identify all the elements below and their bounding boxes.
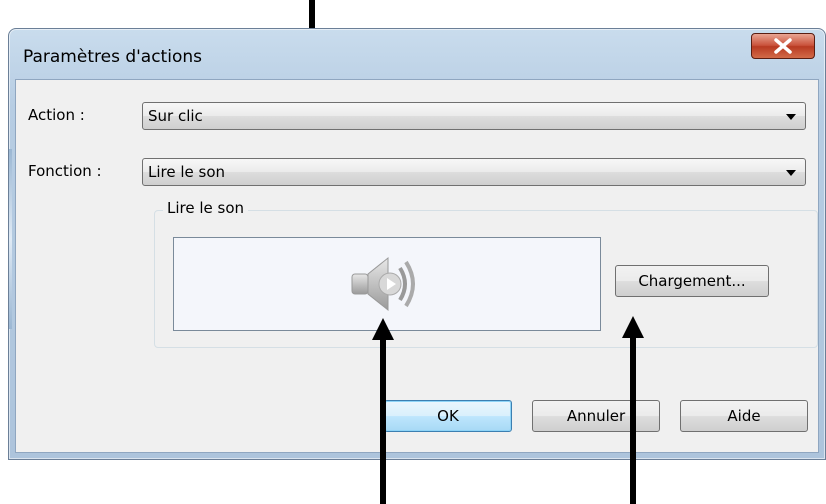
sound-groupbox: Lire le son Chargement... (154, 199, 818, 348)
function-select-value: Lire le son (148, 163, 226, 181)
speaker-icon (351, 256, 415, 312)
action-select[interactable]: Sur clic (142, 102, 806, 130)
dialog-title: Paramètres d'actions (23, 47, 202, 67)
chevron-down-icon (786, 170, 796, 176)
cancel-button[interactable]: Annuler (532, 400, 660, 432)
action-select-value: Sur clic (148, 107, 203, 125)
function-label: Fonction : (28, 162, 102, 180)
dialog-client-area: Action : Sur clic Fonction : Lire le son… (15, 79, 819, 453)
chevron-down-icon (786, 114, 796, 120)
groupbox-title: Lire le son (163, 199, 249, 217)
ok-button[interactable]: OK (384, 400, 512, 432)
close-x-icon (774, 38, 792, 54)
sound-preview[interactable] (173, 237, 601, 331)
action-label: Action : (28, 106, 85, 124)
function-select[interactable]: Lire le son (142, 158, 806, 186)
action-settings-dialog: Paramètres d'actions Action : Sur clic F… (8, 28, 826, 460)
help-button[interactable]: Aide (680, 400, 808, 432)
close-button[interactable] (751, 33, 815, 59)
load-sound-button[interactable]: Chargement... (615, 265, 769, 297)
